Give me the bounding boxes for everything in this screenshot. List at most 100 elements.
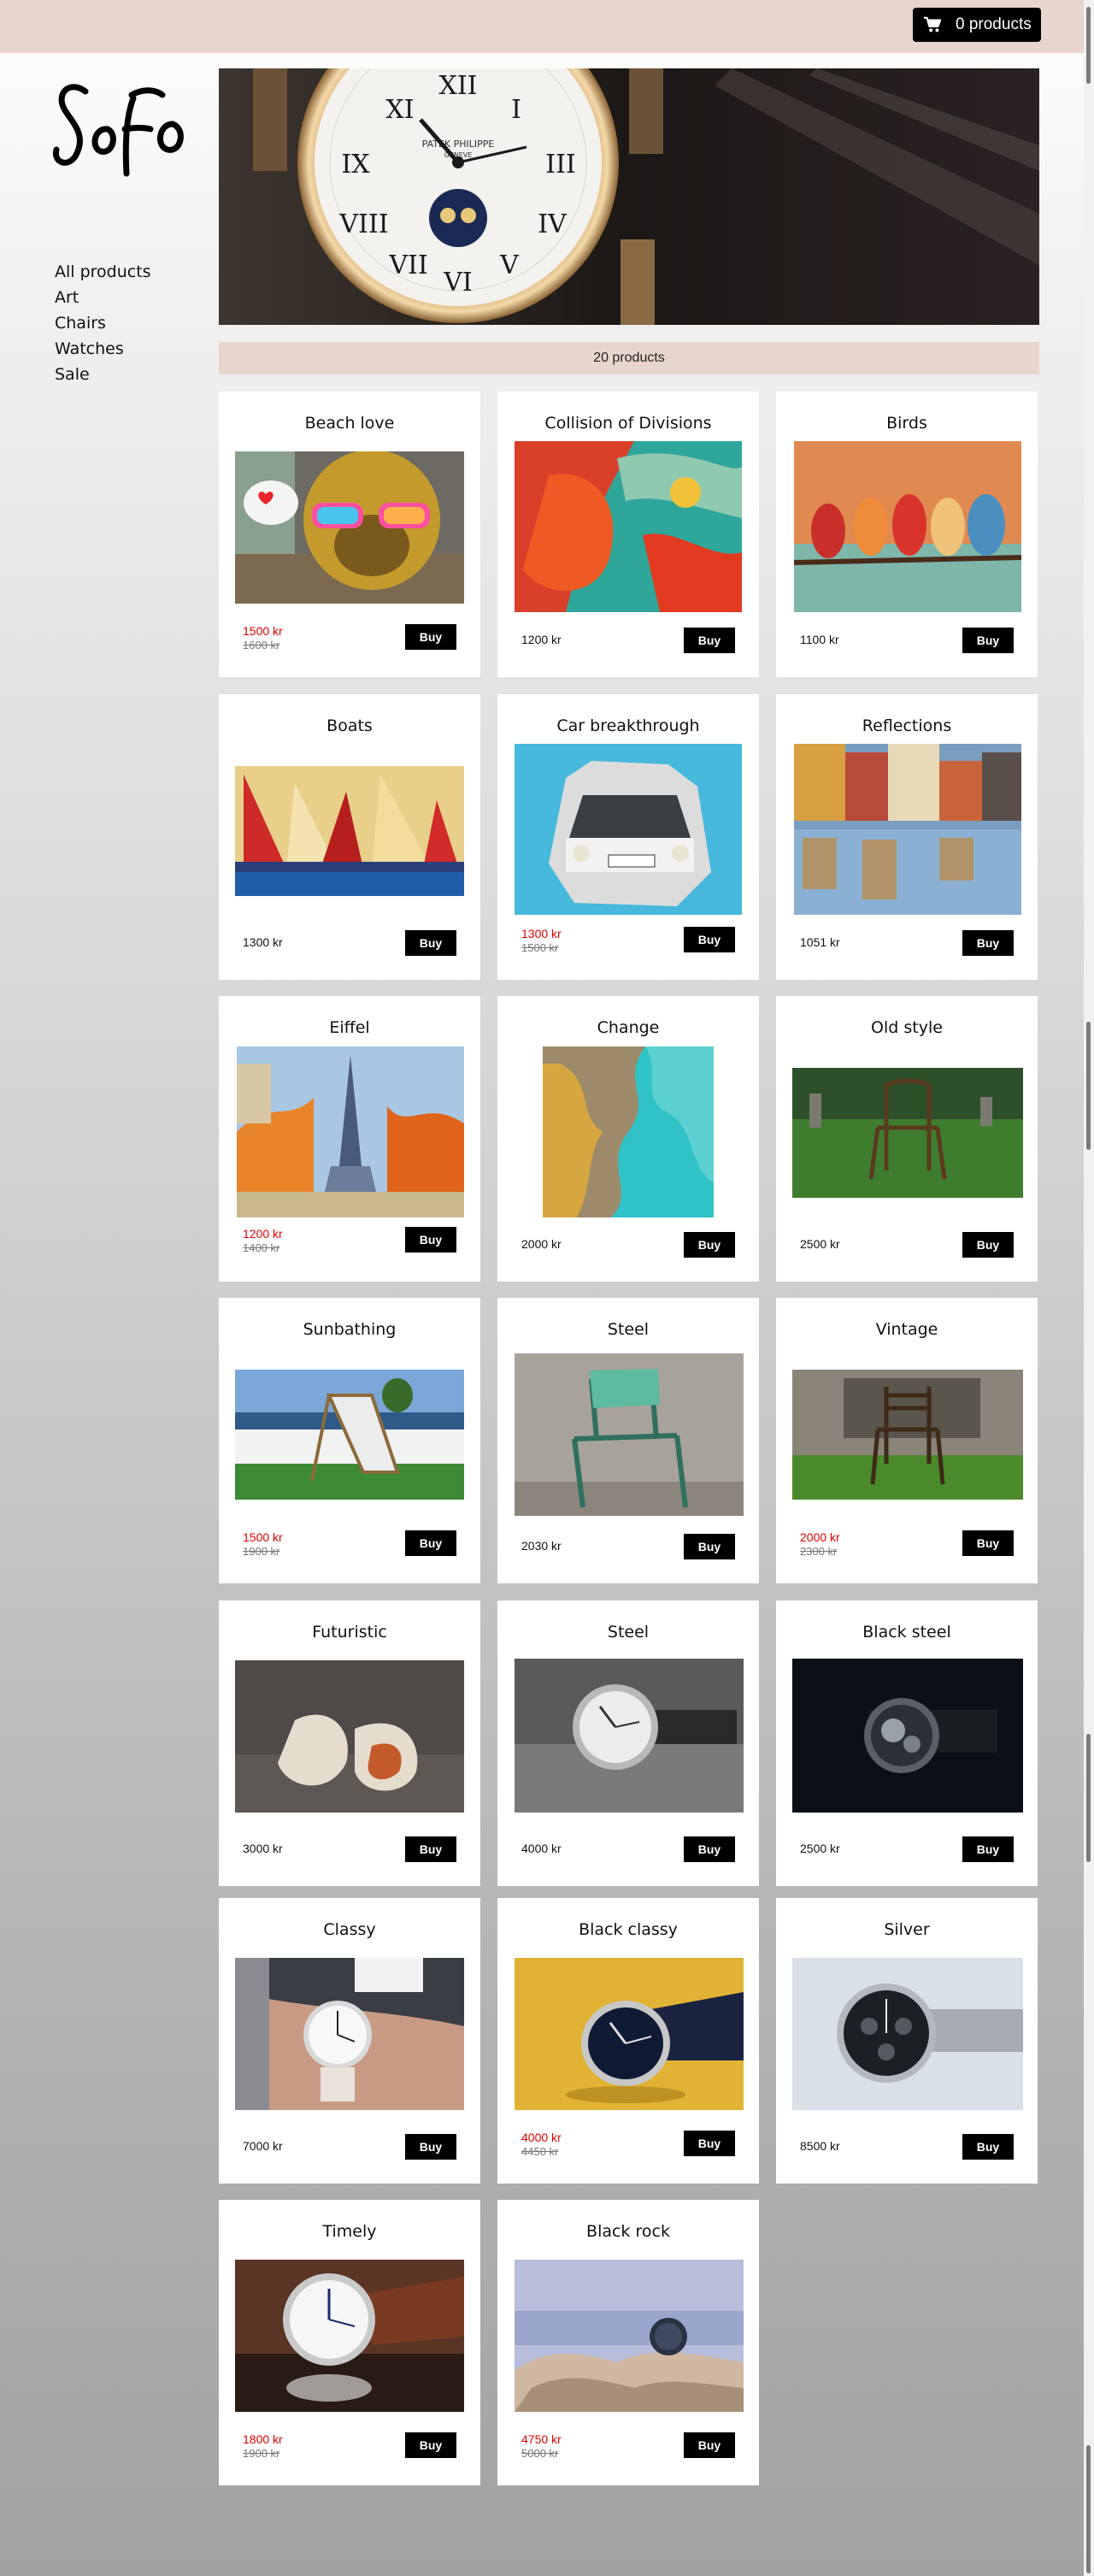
product-image[interactable] bbox=[515, 1353, 744, 1516]
product-count-label: 20 products bbox=[593, 351, 665, 365]
product-image[interactable] bbox=[237, 1046, 464, 1217]
buy-button[interactable]: Buy bbox=[405, 2432, 456, 2458]
nav-item-sale[interactable]: Sale bbox=[55, 362, 151, 387]
top-bar: 0 products bbox=[0, 0, 1084, 53]
product-old-price: 1900 kr bbox=[243, 1545, 280, 1558]
product-image[interactable] bbox=[792, 1659, 1023, 1813]
buy-button[interactable]: Buy bbox=[405, 930, 456, 956]
product-title: Black classy bbox=[579, 1920, 678, 1939]
buy-button[interactable]: Buy bbox=[962, 1232, 1014, 1258]
category-nav: All products Art Chairs Watches Sale bbox=[55, 259, 151, 387]
product-image[interactable] bbox=[235, 766, 464, 896]
buy-button[interactable]: Buy bbox=[405, 2134, 456, 2160]
scrollbar-marker bbox=[1086, 2445, 1091, 2573]
hero-banner: XII III VI IX I XI IV VIII V VII PATEK P… bbox=[219, 68, 1039, 325]
product-image[interactable] bbox=[792, 1068, 1023, 1198]
product-title: Reflections bbox=[862, 716, 952, 735]
product-price: 1500 kr bbox=[243, 1530, 283, 1544]
product-card-sunbathing: Sunbathing 1500 kr 1900 kr Buy bbox=[219, 1298, 480, 1583]
product-price: 4000 kr bbox=[521, 1842, 562, 1855]
product-image[interactable] bbox=[235, 1958, 464, 2110]
svg-text:IX: IX bbox=[341, 150, 370, 180]
svg-text:IV: IV bbox=[538, 209, 568, 239]
product-image[interactable] bbox=[515, 441, 742, 612]
buy-button[interactable]: Buy bbox=[962, 628, 1014, 653]
product-image[interactable] bbox=[792, 1958, 1023, 2110]
product-card-timely: Timely 1800 kr 1900 kr Buy bbox=[219, 2200, 480, 2485]
product-image[interactable] bbox=[794, 744, 1021, 915]
product-title: Classy bbox=[323, 1920, 376, 1939]
product-image[interactable] bbox=[515, 1958, 744, 2110]
product-price: 2500 kr bbox=[800, 1842, 840, 1855]
product-card-silver: Silver 8500 kr Buy bbox=[776, 1898, 1038, 2184]
product-image[interactable] bbox=[543, 1046, 714, 1217]
buy-button[interactable]: Buy bbox=[405, 624, 456, 650]
buy-button[interactable]: Buy bbox=[405, 1227, 456, 1253]
product-price: 8500 kr bbox=[800, 2139, 840, 2153]
product-card-steel: Steel 2030 kr Buy bbox=[497, 1298, 759, 1583]
scrollbar[interactable] bbox=[1084, 0, 1094, 2576]
product-price: 1100 kr bbox=[800, 633, 839, 646]
product-price: 2000 kr bbox=[521, 1237, 562, 1251]
product-title: Collision of Divisions bbox=[544, 414, 712, 433]
product-title: Change bbox=[597, 1018, 660, 1037]
buy-button[interactable]: Buy bbox=[962, 930, 1014, 956]
product-card-futuristic: Futuristic 3000 kr Buy bbox=[219, 1600, 480, 1886]
buy-button[interactable]: Buy bbox=[962, 1836, 1014, 1862]
svg-text:XI: XI bbox=[385, 95, 414, 125]
product-card-black-rock: Black rock 4750 kr 5000 kr Buy bbox=[497, 2200, 759, 2485]
product-image[interactable] bbox=[235, 451, 464, 604]
buy-button[interactable]: Buy bbox=[962, 2134, 1014, 2160]
buy-button[interactable]: Buy bbox=[405, 1836, 456, 1862]
product-title: Car breakthrough bbox=[556, 716, 700, 735]
product-image[interactable] bbox=[792, 1370, 1023, 1500]
product-image[interactable] bbox=[235, 1660, 464, 1813]
cart-count-label: 0 products bbox=[956, 15, 1032, 33]
product-image[interactable] bbox=[515, 744, 742, 915]
buy-button[interactable]: Buy bbox=[684, 1836, 735, 1862]
scrollbar-marker bbox=[1086, 1022, 1091, 1150]
product-old-price: 1500 kr bbox=[521, 941, 559, 954]
nav-item-art[interactable]: Art bbox=[55, 285, 151, 310]
site-logo[interactable] bbox=[51, 73, 201, 184]
buy-button[interactable]: Buy bbox=[684, 1534, 735, 1559]
product-card-eiffel: Eiffel 1200 kr 1400 kr Buy bbox=[219, 996, 480, 1282]
svg-text:I: I bbox=[511, 95, 521, 125]
buy-button[interactable]: Buy bbox=[962, 1530, 1014, 1556]
product-price: 1051 kr bbox=[800, 935, 840, 949]
product-card-black-steel: Black steel 2500 kr Buy bbox=[776, 1600, 1038, 1886]
nav-item-watches[interactable]: Watches bbox=[55, 336, 151, 362]
product-card-classy: Classy 7000 kr Buy bbox=[219, 1898, 480, 2184]
product-price: 7000 kr bbox=[243, 2139, 283, 2153]
product-price: 1200 kr bbox=[521, 633, 562, 646]
cart-button[interactable]: 0 products bbox=[913, 8, 1041, 42]
product-old-price: 4450 kr bbox=[521, 2145, 559, 2158]
product-image[interactable] bbox=[235, 1370, 464, 1500]
product-title: Boats bbox=[326, 716, 373, 735]
buy-button[interactable]: Buy bbox=[684, 2131, 735, 2156]
product-price: 2030 kr bbox=[521, 1539, 562, 1553]
buy-button[interactable]: Buy bbox=[684, 2432, 735, 2458]
nav-item-all-products[interactable]: All products bbox=[55, 259, 151, 285]
product-card-beach-love: Beach love 1500 kr 1600 kr Buy bbox=[219, 392, 480, 677]
nav-item-chairs[interactable]: Chairs bbox=[55, 310, 151, 336]
buy-button[interactable]: Buy bbox=[684, 628, 735, 653]
product-image[interactable] bbox=[515, 2260, 744, 2412]
product-card-reflections: Reflections 1051 kr Buy bbox=[776, 694, 1038, 980]
product-old-price: 1600 kr bbox=[243, 639, 280, 651]
product-old-price: 1900 kr bbox=[243, 2447, 280, 2460]
product-image[interactable] bbox=[235, 2260, 464, 2412]
buy-button[interactable]: Buy bbox=[684, 1232, 735, 1258]
product-price: 2500 kr bbox=[800, 1237, 840, 1251]
product-image[interactable] bbox=[794, 441, 1021, 612]
product-image[interactable] bbox=[515, 1659, 744, 1813]
product-title: Steel bbox=[607, 1623, 650, 1642]
scrollbar-marker bbox=[1086, 1734, 1091, 1862]
buy-button[interactable]: Buy bbox=[684, 927, 735, 952]
product-card-car-breakthrough: Car breakthrough 1300 kr 1500 kr Buy bbox=[497, 694, 759, 980]
buy-button[interactable]: Buy bbox=[405, 1530, 456, 1556]
svg-text:VIII: VIII bbox=[338, 209, 388, 239]
product-title: Black steel bbox=[862, 1623, 951, 1642]
scrollbar-thumb[interactable] bbox=[1086, 7, 1091, 84]
svg-text:III: III bbox=[545, 150, 576, 180]
